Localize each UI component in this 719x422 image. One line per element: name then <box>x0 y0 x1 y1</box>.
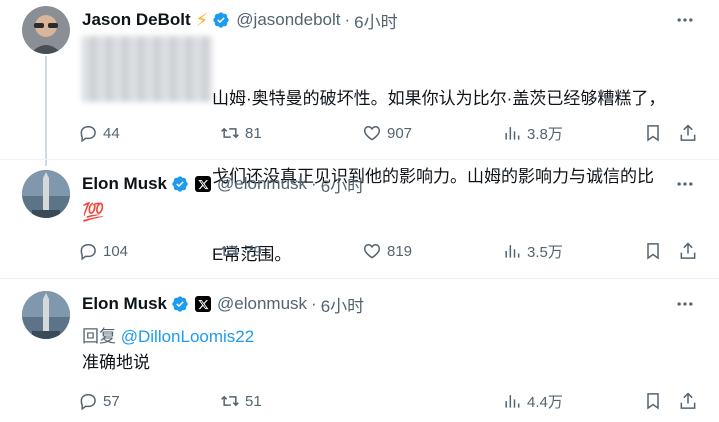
reply-icon <box>80 394 96 411</box>
more-options-icon[interactable] <box>673 172 697 196</box>
x-logo-icon <box>195 296 212 312</box>
retweet-count: 79 <box>245 242 262 260</box>
display-name[interactable]: Jason DeBolt <box>82 10 191 30</box>
retweet-button[interactable]: 79 <box>220 239 262 263</box>
tweet-header: Jason DeBolt ⚡ @jasondebolt · 6小时 <box>82 8 398 32</box>
reply-icon <box>80 126 96 143</box>
view-count: 3.5万 <box>527 243 563 261</box>
bookmark-button[interactable] <box>643 389 663 413</box>
like-count: 907 <box>387 124 413 142</box>
bookmark-button[interactable] <box>643 239 663 263</box>
heart-icon <box>363 243 381 259</box>
retweet-button[interactable]: 81 <box>220 121 262 145</box>
avatar[interactable] <box>22 291 70 339</box>
tweet-text: 准确地说 <box>82 353 150 372</box>
share-icon <box>680 124 696 141</box>
display-name[interactable]: Elon Musk <box>82 294 167 314</box>
handle[interactable]: @elonmusk <box>217 294 307 314</box>
reply-count: 44 <box>103 124 120 142</box>
share-icon <box>680 242 696 259</box>
action-bar: 44 81 907 3.8万 <box>78 121 708 145</box>
action-bar: 57 51 4.4万 <box>78 389 708 413</box>
tweet-elonmusk-1[interactable]: Elon Musk @elonmusk · 6小时 💯 104 79 819 3… <box>0 160 719 278</box>
separator-dot: · <box>311 174 317 193</box>
avatar[interactable] <box>22 6 70 54</box>
bookmark-icon <box>647 125 659 142</box>
views-chart-icon <box>505 245 520 258</box>
retweet-icon <box>221 395 239 407</box>
tweet-text-line: 山姆·奥特曼的破坏性。如果你认为比尔·盖茨已经够糟糕了， <box>212 89 666 108</box>
like-button[interactable]: 819 <box>362 239 412 263</box>
bookmark-icon <box>647 393 659 410</box>
share-icon <box>680 392 696 409</box>
reply-count: 104 <box>103 242 129 260</box>
blurred-text-region <box>82 36 212 102</box>
timestamp[interactable]: 6小时 <box>321 292 364 317</box>
heart-icon <box>363 125 381 141</box>
verified-badge-icon <box>213 12 229 28</box>
separator-dot: · <box>311 294 317 313</box>
display-name[interactable]: Elon Musk <box>82 174 167 194</box>
more-options-icon[interactable] <box>673 8 697 32</box>
tweet-jasondebolt[interactable]: Jason DeBolt ⚡ @jasondebolt · 6小时 山姆·奥特曼… <box>0 0 719 264</box>
reply-count: 57 <box>103 392 120 410</box>
handle[interactable]: @jasondebolt <box>236 10 340 30</box>
like-count: 819 <box>387 242 413 260</box>
share-button[interactable] <box>678 121 698 145</box>
views-button[interactable]: 4.4万 <box>502 389 563 413</box>
action-bar: 104 79 819 3.5万 <box>78 239 708 263</box>
view-count: 4.4万 <box>527 393 563 411</box>
x-logo-icon <box>195 176 212 192</box>
handle[interactable]: @elonmusk <box>217 174 307 194</box>
view-count: 3.8万 <box>527 125 563 143</box>
reply-button[interactable]: 57 <box>78 389 120 413</box>
reply-label: 回复 <box>82 327 116 346</box>
reply-button[interactable]: 44 <box>78 121 120 145</box>
bookmark-icon <box>647 243 659 260</box>
retweet-count: 81 <box>245 124 262 142</box>
bookmark-button[interactable] <box>643 121 663 145</box>
timestamp[interactable]: 6小时 <box>354 8 397 33</box>
timestamp[interactable]: 6小时 <box>321 172 364 197</box>
views-button[interactable]: 3.8万 <box>502 121 563 145</box>
tweet-header: Elon Musk @elonmusk · 6小时 <box>82 172 364 196</box>
thread-line <box>45 56 47 166</box>
more-options-icon[interactable] <box>673 292 697 316</box>
reply-button[interactable]: 104 <box>78 239 128 263</box>
tweet-header: Elon Musk @elonmusk · 6小时 <box>82 292 364 316</box>
views-chart-icon <box>505 395 520 408</box>
tweet-text: 💯 <box>82 202 105 222</box>
lightning-icon: ⚡ <box>195 9 209 30</box>
reply-icon <box>80 244 96 261</box>
retweet-button[interactable]: 51 <box>220 389 262 413</box>
reply-mention-link[interactable]: @DillonLoomis22 <box>121 327 255 346</box>
verified-badge-icon <box>172 176 188 192</box>
share-button[interactable] <box>678 239 698 263</box>
separator-dot: · <box>344 10 351 29</box>
views-button[interactable]: 3.5万 <box>502 239 563 263</box>
views-chart-icon <box>505 127 520 140</box>
verified-badge-icon <box>172 296 188 312</box>
like-button[interactable]: 907 <box>362 121 412 145</box>
retweet-icon <box>221 245 239 257</box>
share-button[interactable] <box>678 389 698 413</box>
replying-to: 回复 @DillonLoomis22 <box>82 322 254 347</box>
avatar[interactable] <box>22 170 70 218</box>
tweet-elonmusk-2[interactable]: Elon Musk @elonmusk · 6小时 回复 @DillonLoom… <box>0 279 719 422</box>
retweet-count: 51 <box>245 392 262 410</box>
retweet-icon <box>221 127 239 139</box>
